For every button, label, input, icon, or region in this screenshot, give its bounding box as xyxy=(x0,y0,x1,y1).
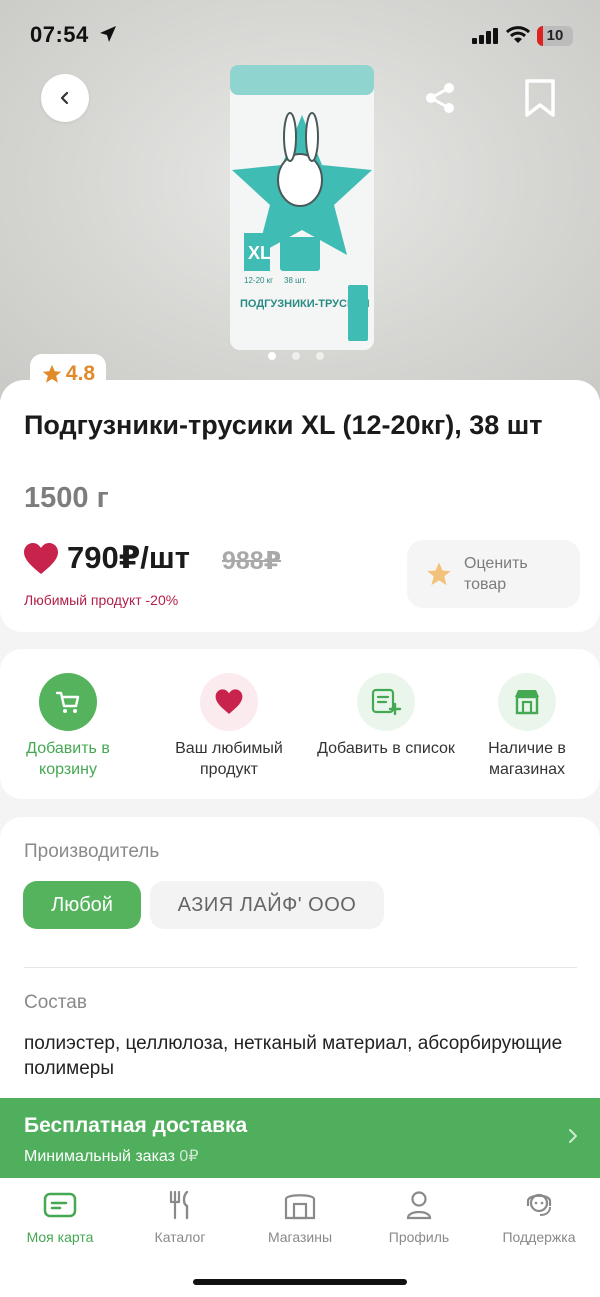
add-to-list-icon xyxy=(357,673,415,731)
product-image-count: 38 шт. xyxy=(284,276,307,285)
tab-catalog-label: Каталог xyxy=(154,1229,206,1245)
product-actions: Добавить в корзину Ваш любимый продукт Д… xyxy=(0,649,600,799)
tab-my-card-label: Моя карта xyxy=(26,1229,94,1245)
product-price: 790₽/шт xyxy=(67,540,190,575)
composition-text: полиэстер, целлюлоза, нетканый материал,… xyxy=(24,1033,563,1079)
divider xyxy=(24,967,577,968)
product-info-card: Подгузники-трусики XL (12-20кг), 38 шт 1… xyxy=(0,380,600,632)
share-icon[interactable] xyxy=(422,80,458,116)
manufacturer-title: Производитель xyxy=(24,841,160,862)
store-availability-label: Наличие в магазинах xyxy=(488,740,566,778)
status-bar: 07:54 10 xyxy=(0,0,600,70)
product-title: Подгузники-трусики XL (12-20кг), 38 шт xyxy=(24,410,543,440)
manufacturer-chip-asia-life[interactable]: АЗИЯ ЛАЙФ' ООО xyxy=(150,881,384,929)
star-icon xyxy=(42,364,62,383)
store-icon xyxy=(284,1194,316,1220)
store-availability-button[interactable]: Наличие в магазинах xyxy=(457,673,597,780)
product-image: XL 12-20 кг 38 шт. ПОДГУЗНИКИ-ТРУСИКИ xyxy=(230,65,374,350)
composition-title: Состав xyxy=(24,992,87,1013)
wifi-icon xyxy=(506,26,530,43)
pagination-dot xyxy=(268,352,276,360)
card-icon xyxy=(43,1192,77,1218)
add-to-list-button[interactable]: Добавить в список xyxy=(316,673,456,759)
headset-icon xyxy=(526,1193,552,1216)
product-details: Производитель Любой АЗИЯ ЛАЙФ' ООО Соста… xyxy=(0,817,600,1117)
product-old-price: 988₽ xyxy=(222,547,282,575)
tab-my-card[interactable]: Моя карта xyxy=(0,1188,120,1245)
tab-catalog[interactable]: Каталог xyxy=(120,1188,240,1245)
tab-profile[interactable]: Профиль xyxy=(359,1188,479,1245)
delivery-min-value: 0₽ xyxy=(179,1148,199,1165)
product-gallery[interactable]: XL 12-20 кг 38 шт. ПОДГУЗНИКИ-ТРУСИКИ 07… xyxy=(0,0,600,400)
favorite-product-label: Ваш любимый продукт xyxy=(175,740,283,778)
product-image-weight: 12-20 кг xyxy=(244,276,273,285)
product-weight: 1500 г xyxy=(24,482,109,514)
rate-product-button[interactable]: Оценить товар xyxy=(407,540,580,608)
heart-icon xyxy=(24,543,58,574)
cart-icon xyxy=(39,673,97,731)
heart-icon xyxy=(200,673,258,731)
tab-stores[interactable]: Магазины xyxy=(240,1188,360,1245)
tab-profile-label: Профиль xyxy=(388,1229,450,1245)
back-button[interactable] xyxy=(41,74,89,122)
home-indicator xyxy=(193,1279,407,1285)
gallery-pagination xyxy=(268,352,324,360)
add-to-list-label: Добавить в список xyxy=(317,740,455,757)
delivery-min-order: Минимальный заказ 0₽ xyxy=(24,1146,199,1166)
add-to-cart-button[interactable]: Добавить в корзину xyxy=(0,673,138,780)
tab-stores-label: Магазины xyxy=(267,1229,333,1245)
rating-value: 4.8 xyxy=(65,362,96,385)
bookmark-icon[interactable] xyxy=(522,78,558,118)
store-icon xyxy=(498,673,556,731)
person-icon xyxy=(406,1191,432,1220)
chevron-left-icon xyxy=(60,91,69,105)
favorite-product-button[interactable]: Ваш любимый продукт xyxy=(159,673,299,780)
tab-support-label: Поддержка xyxy=(502,1229,576,1245)
star-icon xyxy=(427,562,451,586)
battery-indicator: 10 xyxy=(537,26,573,46)
status-time: 07:54 xyxy=(30,22,89,47)
fork-knife-icon xyxy=(169,1190,189,1220)
cellular-signal-icon xyxy=(472,28,498,44)
rate-product-label: Оценить товар xyxy=(464,555,528,593)
battery-level: 10 xyxy=(546,27,564,44)
pagination-dot xyxy=(316,352,324,360)
tab-support[interactable]: Поддержка xyxy=(479,1188,599,1245)
discount-label: Любимый продукт -20% xyxy=(24,592,179,608)
delivery-title: Бесплатная доставка xyxy=(24,1114,248,1137)
pagination-dot xyxy=(292,352,300,360)
manufacturer-chip-any[interactable]: Любой xyxy=(23,881,141,929)
free-delivery-banner[interactable]: Бесплатная доставка Минимальный заказ 0₽ xyxy=(0,1098,600,1178)
location-arrow-icon xyxy=(100,26,116,42)
add-to-cart-label: Добавить в корзину xyxy=(26,740,110,778)
delivery-min-label: Минимальный заказ xyxy=(24,1148,175,1165)
rating-badge: 4.8 xyxy=(30,354,106,394)
product-image-size: XL xyxy=(248,243,271,263)
chevron-right-icon xyxy=(569,1129,577,1143)
